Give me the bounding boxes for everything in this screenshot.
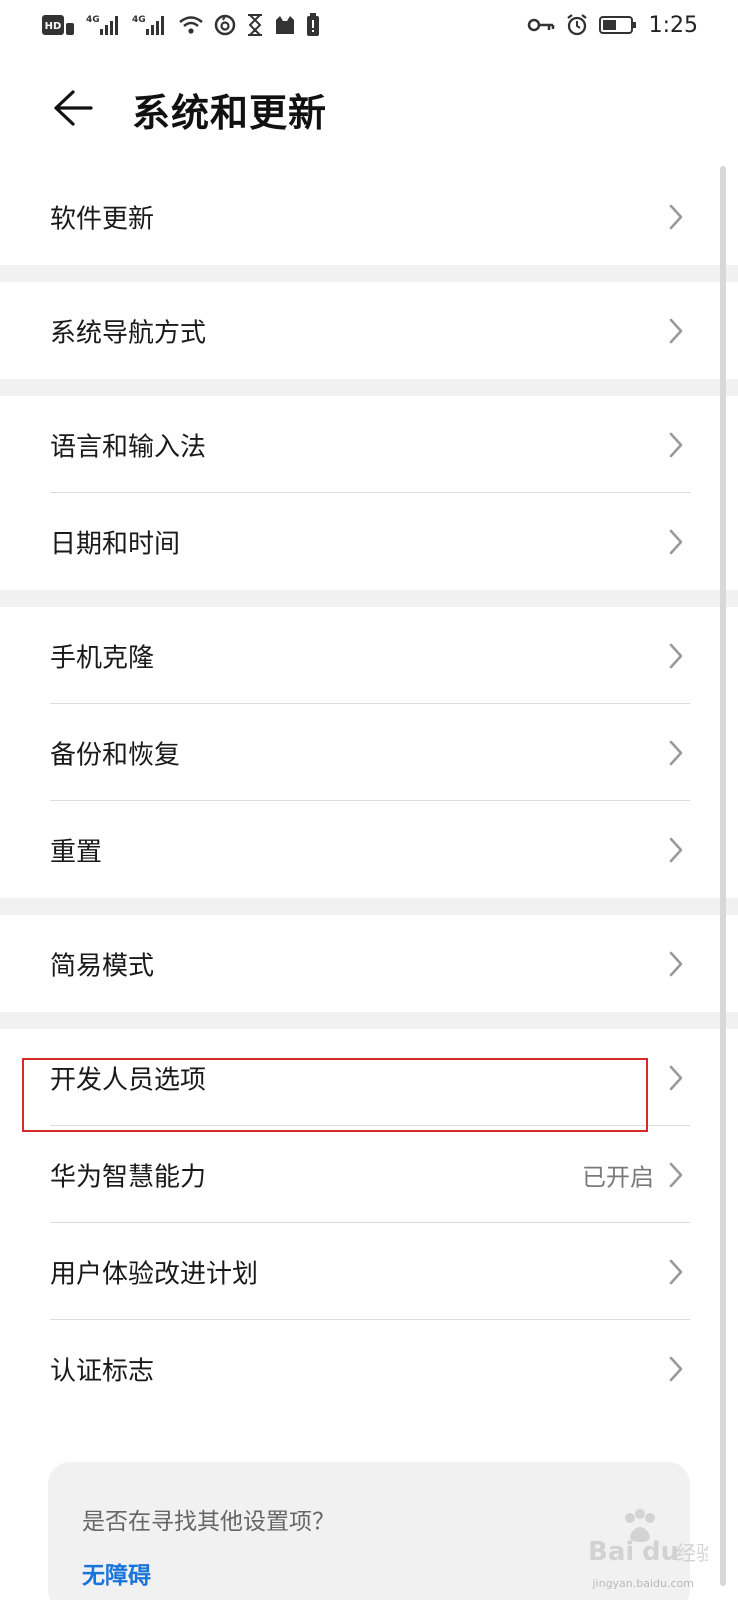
cat-icon bbox=[274, 14, 296, 36]
svg-text:4G: 4G bbox=[132, 15, 146, 25]
back-button[interactable] bbox=[48, 84, 98, 132]
status-left-icons: HD 4G 4G bbox=[42, 12, 320, 38]
chevron-right-icon bbox=[668, 429, 688, 461]
group-separator bbox=[0, 1012, 738, 1029]
chevron-right-icon bbox=[668, 640, 688, 672]
list-item-developer-options[interactable]: 开发人员选项 bbox=[0, 1029, 738, 1126]
list-item-language-input[interactable]: 语言和输入法 bbox=[0, 396, 738, 493]
list-item-date-time[interactable]: 日期和时间 bbox=[0, 493, 738, 590]
chevron-right-icon bbox=[668, 1062, 688, 1094]
hd-icon: HD bbox=[42, 14, 76, 36]
settings-list: 软件更新 系统导航方式 语言和输入法 日期和时间 手机克隆 备份和恢复 重置 简… bbox=[0, 168, 738, 1417]
list-item-backup-restore[interactable]: 备份和恢复 bbox=[0, 704, 738, 801]
watermark-url: jingyan.baidu.com bbox=[592, 1577, 694, 1590]
battery-alert-icon bbox=[306, 13, 320, 37]
page-title: 系统和更新 bbox=[132, 91, 328, 135]
group-separator bbox=[0, 590, 738, 607]
chevron-right-icon bbox=[668, 1353, 688, 1385]
scrollbar[interactable] bbox=[720, 166, 726, 1586]
wifi-icon bbox=[178, 14, 204, 36]
list-item-label: 软件更新 bbox=[50, 204, 155, 234]
list-item-navigation[interactable]: 系统导航方式 bbox=[0, 282, 738, 379]
status-time: 1:25 bbox=[648, 12, 698, 38]
accessibility-link[interactable]: 无障碍 bbox=[82, 1556, 151, 1590]
group-separator bbox=[0, 265, 738, 282]
list-item-software-update[interactable]: 软件更新 bbox=[0, 168, 738, 265]
svg-text:HD: HD bbox=[45, 21, 62, 32]
back-arrow-icon bbox=[54, 90, 93, 126]
app-header: 系统和更新 bbox=[0, 62, 738, 158]
list-item-label: 简易模式 bbox=[50, 951, 155, 981]
list-item-label: 用户体验改进计划 bbox=[50, 1259, 259, 1289]
key-icon bbox=[527, 16, 555, 34]
list-item-phone-clone[interactable]: 手机克隆 bbox=[0, 607, 738, 704]
signal-4g-icon: 4G bbox=[86, 13, 122, 37]
alarm-icon bbox=[565, 13, 589, 37]
group-separator bbox=[0, 898, 738, 915]
group-separator bbox=[0, 379, 738, 396]
list-item-label: 认证标志 bbox=[50, 1356, 155, 1386]
chevron-right-icon bbox=[668, 1256, 688, 1288]
list-item-label: 重置 bbox=[50, 837, 103, 867]
settings-group: 软件更新 bbox=[0, 168, 738, 265]
chevron-right-icon bbox=[668, 526, 688, 558]
list-item-label: 日期和时间 bbox=[50, 529, 181, 559]
status-bar: HD 4G 4G 1:25 bbox=[0, 0, 738, 52]
settings-group: 语言和输入法 日期和时间 bbox=[0, 396, 738, 590]
list-item-label: 系统导航方式 bbox=[50, 318, 207, 348]
hourglass-icon bbox=[246, 14, 264, 36]
chevron-right-icon bbox=[668, 737, 688, 769]
baidu-watermark-logo: Bai du 经验 bbox=[588, 1508, 716, 1586]
settings-group: 开发人员选项 华为智慧能力 已开启 用户体验改进计划 认证标志 bbox=[0, 1029, 738, 1417]
list-item-label: 语言和输入法 bbox=[50, 432, 207, 462]
signal-4g-icon: 4G bbox=[132, 13, 168, 37]
list-item-certification[interactable]: 认证标志 bbox=[0, 1320, 738, 1417]
chevron-right-icon bbox=[668, 201, 688, 233]
svg-text:Bai: Bai bbox=[588, 1537, 634, 1567]
list-item-simple-mode[interactable]: 简易模式 bbox=[0, 915, 738, 1012]
chevron-right-icon bbox=[668, 315, 688, 347]
chevron-right-icon bbox=[668, 1159, 688, 1191]
list-item-huawei-intelligence[interactable]: 华为智慧能力 已开启 bbox=[0, 1126, 738, 1223]
list-item-reset[interactable]: 重置 bbox=[0, 801, 738, 898]
list-item-user-experience[interactable]: 用户体验改进计划 bbox=[0, 1223, 738, 1320]
settings-group: 简易模式 bbox=[0, 915, 738, 1012]
svg-text:du: du bbox=[642, 1537, 679, 1567]
list-item-label: 手机克隆 bbox=[50, 643, 155, 673]
battery-icon bbox=[598, 15, 637, 35]
suggestion-question: 是否在寻找其他设置项？ bbox=[82, 1509, 335, 1535]
settings-group: 系统导航方式 bbox=[0, 282, 738, 379]
list-item-label: 开发人员选项 bbox=[50, 1065, 207, 1095]
chevron-right-icon bbox=[668, 948, 688, 980]
status-right-icons: 1:25 bbox=[527, 12, 698, 38]
list-item-label: 华为智慧能力 bbox=[50, 1162, 207, 1192]
list-item-label: 备份和恢复 bbox=[50, 740, 181, 770]
settings-group: 手机克隆 备份和恢复 重置 bbox=[0, 607, 738, 898]
chevron-right-icon bbox=[668, 834, 688, 866]
svg-text:4G: 4G bbox=[86, 15, 100, 25]
status-value: 已开启 bbox=[582, 1163, 654, 1191]
netease-icon bbox=[214, 14, 236, 36]
svg-text:经验: 经验 bbox=[676, 1541, 708, 1565]
